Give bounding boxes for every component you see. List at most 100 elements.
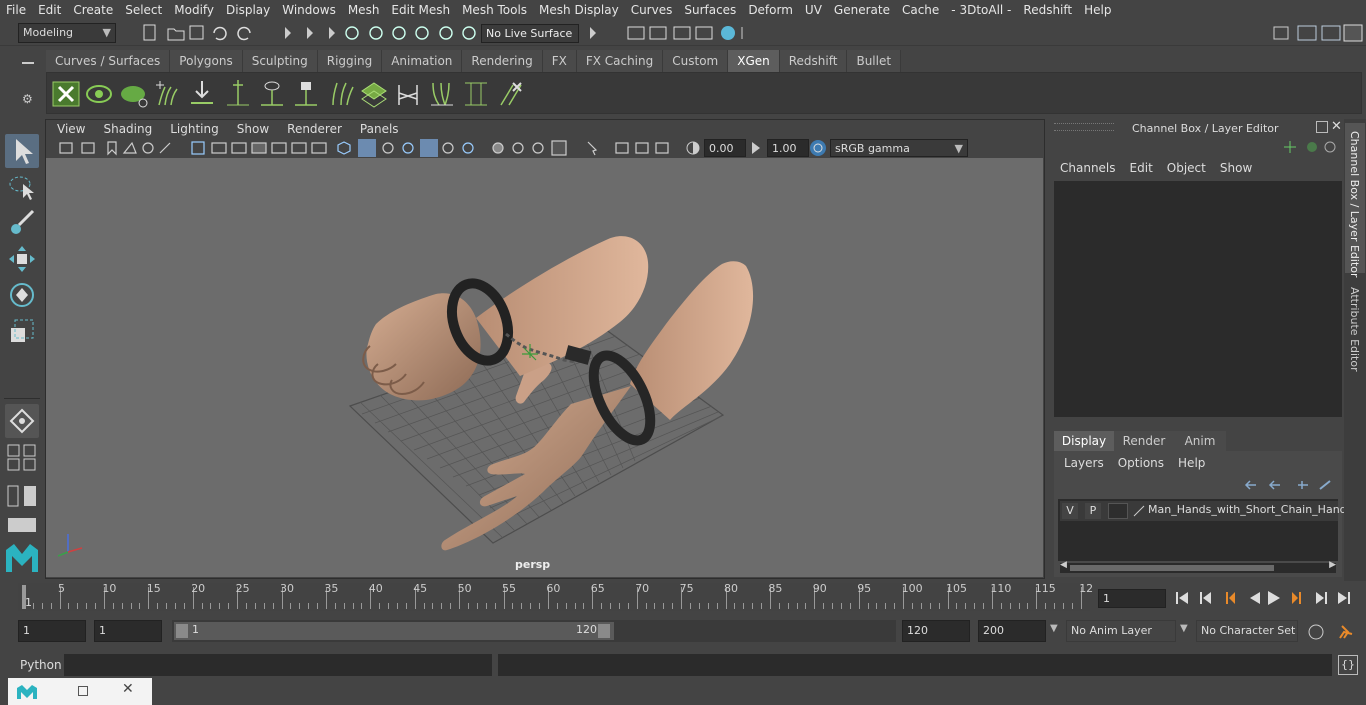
scroll-right-icon[interactable]: ▶ — [1329, 560, 1336, 570]
menu-surfaces[interactable]: Surfaces — [678, 3, 742, 17]
lights-icon[interactable] — [420, 139, 438, 157]
range-slider-bar[interactable] — [174, 622, 614, 640]
layer-row[interactable]: V P Man_Hands_with_Short_Chain_Hand — [1060, 501, 1347, 521]
persp-outliner-layout-icon[interactable] — [23, 458, 36, 471]
tab-sculpting[interactable]: Sculpting — [242, 50, 318, 72]
xray-components-icon[interactable] — [635, 142, 649, 154]
hud-icon[interactable] — [655, 142, 669, 154]
tab-polygons[interactable]: Polygons — [170, 50, 243, 72]
snap-projected-icon[interactable] — [415, 26, 429, 40]
menu-create[interactable]: Create — [67, 3, 119, 17]
mode-selector[interactable]: Modeling ▼ — [18, 23, 116, 43]
motion-blur-icon[interactable] — [492, 142, 504, 154]
go-to-end-icon[interactable] — [1338, 592, 1350, 604]
menu-mesh-tools[interactable]: Mesh Tools — [456, 3, 533, 17]
layer-playback-toggle[interactable]: P — [1085, 503, 1101, 519]
menu-windows[interactable]: Windows — [276, 3, 342, 17]
anim-layer-select[interactable]: No Anim Layer — [1066, 620, 1176, 642]
xray-joints-icon[interactable] — [615, 142, 629, 154]
menu-show[interactable]: Show — [1220, 161, 1252, 175]
tab-curves-surfaces[interactable]: Curves / Surfaces — [46, 50, 171, 72]
safe-action-icon[interactable] — [291, 142, 307, 154]
channel-box-icon[interactable] — [1343, 24, 1363, 42]
wireframe-icon[interactable] — [337, 141, 351, 155]
two-view-layout-icon[interactable] — [7, 458, 20, 471]
menu-edit-mesh[interactable]: Edit Mesh — [385, 3, 456, 17]
viewport-menu-panels[interactable]: Panels — [351, 120, 408, 138]
menu-curves[interactable]: Curves — [625, 3, 679, 17]
show-manipulator-button[interactable] — [5, 404, 39, 438]
guide-bounds-icon[interactable] — [461, 79, 491, 109]
bookmark-icon[interactable] — [107, 141, 117, 156]
xgen-preview-icon[interactable] — [85, 79, 115, 109]
undo-icon[interactable] — [213, 26, 227, 41]
scale-tool-button[interactable] — [5, 314, 39, 348]
four-view-layout-icon[interactable] — [7, 444, 20, 457]
layer-scrollbar[interactable]: ◀ ▶ — [1060, 560, 1336, 573]
field-chart-icon[interactable] — [271, 142, 287, 154]
go-to-start-icon[interactable] — [1176, 592, 1188, 604]
menu-cache[interactable]: Cache — [896, 3, 945, 17]
menu-layer-help[interactable]: Help — [1178, 456, 1205, 470]
play-backwards-icon[interactable] — [1250, 592, 1260, 604]
tool-settings-icon[interactable] — [1321, 25, 1341, 41]
graph-layout-icon[interactable] — [24, 486, 36, 506]
modeling-toolkit-icon[interactable] — [1273, 26, 1289, 40]
select-camera-icon[interactable] — [59, 142, 73, 154]
menu-generate[interactable]: Generate — [828, 3, 896, 17]
tab-bullet[interactable]: Bullet — [847, 50, 902, 72]
viewport-menu-lighting[interactable]: Lighting — [161, 120, 228, 138]
rebuild-guides-icon[interactable] — [393, 79, 423, 109]
script-editor-button[interactable]: {} — [1338, 655, 1358, 675]
menu-mesh[interactable]: Mesh — [342, 3, 386, 17]
step-forward-key-icon[interactable] — [1292, 592, 1301, 604]
isolate-select-icon[interactable] — [551, 140, 567, 156]
move-layer-down-icon[interactable] — [1268, 480, 1280, 490]
gamma-field[interactable]: 1.00 — [767, 139, 809, 157]
tab-animation[interactable]: Animation — [382, 50, 463, 72]
time-slider[interactable]: 5 10 15 20 25 30 35 40 45 50 55 60 65 70 75 80 85 90 95 100… — [18, 582, 1093, 611]
tab-fx-caching[interactable]: FX Caching — [576, 50, 664, 72]
xgen-editor-icon[interactable] — [51, 79, 81, 109]
side-tab-channel-box[interactable]: Channel Box / Layer Editor — [1345, 123, 1365, 278]
menu-layers[interactable]: Layers — [1064, 456, 1118, 470]
anti-aliasing-icon[interactable] — [512, 142, 524, 154]
tab-xgen[interactable]: XGen — [728, 50, 780, 72]
play-forwards-icon[interactable] — [1268, 591, 1280, 605]
render-current-icon[interactable] — [649, 26, 667, 40]
menu-3dtoall[interactable]: - 3DtoAll - — [945, 3, 1017, 17]
redo-icon[interactable] — [237, 26, 251, 41]
current-frame-field[interactable]: 1 — [1098, 589, 1166, 608]
menu-redshift[interactable]: Redshift — [1017, 3, 1078, 17]
rotate-tool-button[interactable] — [5, 278, 39, 312]
color-space-select[interactable]: sRGB gamma ▼ — [830, 139, 968, 157]
viewport-menu-shading[interactable]: Shading — [94, 120, 161, 138]
menu-deform[interactable]: Deform — [742, 3, 799, 17]
maya-window-icon[interactable] — [16, 684, 40, 700]
snap-view-plane-icon[interactable] — [439, 26, 453, 40]
close-icon[interactable]: ✕ — [1331, 119, 1342, 134]
auto-key-icon[interactable] — [1308, 624, 1324, 640]
default-material-icon[interactable] — [382, 142, 394, 154]
move-tool-button[interactable] — [5, 242, 39, 276]
exposure-field[interactable]: 0.00 — [704, 139, 746, 157]
viewport-menu-show[interactable]: Show — [228, 120, 278, 138]
two-d-pan-icon[interactable] — [159, 142, 171, 154]
guide-plane-icon[interactable] — [359, 79, 389, 109]
menu-modify[interactable]: Modify — [168, 3, 220, 17]
tab-display[interactable]: Display — [1054, 431, 1114, 451]
make-live-icon[interactable] — [462, 26, 476, 40]
hyperbolic-mode-icon[interactable] — [1324, 141, 1336, 153]
paint-select-tool-button[interactable] — [5, 206, 39, 240]
close-icon[interactable]: ✕ — [122, 681, 134, 697]
command-input[interactable] — [64, 654, 492, 676]
image-plane-icon[interactable] — [122, 141, 137, 154]
channel-list[interactable] — [1054, 181, 1342, 417]
select-tool-button[interactable] — [5, 134, 39, 168]
add-guide-plus-icon[interactable] — [223, 79, 253, 109]
render-settings-icon[interactable] — [695, 26, 713, 40]
layer-color-swatch[interactable] — [1108, 503, 1128, 519]
resolution-gate-icon[interactable] — [231, 142, 247, 154]
film-gate-icon[interactable] — [211, 142, 227, 154]
perspective-viewport[interactable]: persp — [46, 158, 1043, 577]
